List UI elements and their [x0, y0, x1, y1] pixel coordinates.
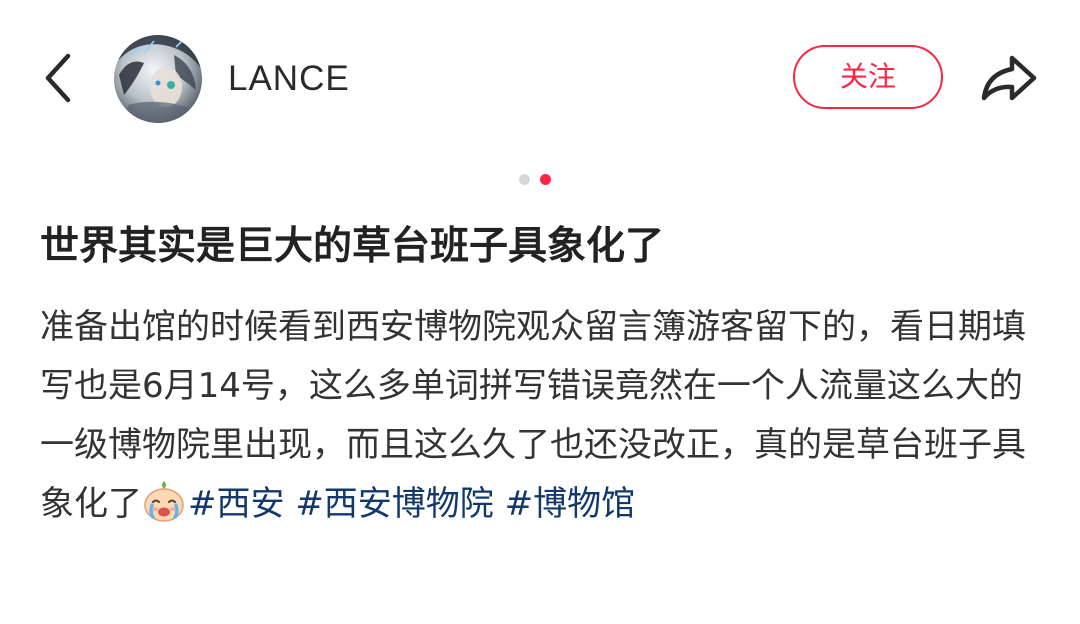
avatar[interactable] — [114, 35, 202, 123]
chevron-left-icon — [45, 53, 71, 103]
carousel-dot-active[interactable] — [540, 174, 551, 185]
carousel-indicator — [514, 174, 554, 188]
top-bar: LANCE 关注 — [0, 0, 1080, 160]
share-arrow-icon — [981, 55, 1037, 101]
share-button[interactable] — [976, 48, 1040, 108]
post-title: 世界其实是巨大的草台班子具象化了 — [40, 224, 665, 269]
hashtag-link[interactable]: #西安 — [188, 484, 285, 524]
username[interactable]: LANCE — [228, 54, 350, 104]
carousel-dot[interactable] — [519, 174, 530, 185]
follow-button[interactable]: 关注 — [793, 45, 943, 109]
hashtag-link[interactable]: #博物馆 — [505, 484, 636, 524]
back-button[interactable] — [36, 48, 84, 108]
post-body: 准备出馆的时候看到西安博物院观众留言簿游客留下的，看日期填写也是6月14号，这么… — [40, 298, 1040, 534]
crying-face-emoji — [144, 481, 184, 522]
hashtag-link[interactable]: #西安博物院 — [295, 484, 494, 524]
user-avatar — [114, 35, 202, 123]
